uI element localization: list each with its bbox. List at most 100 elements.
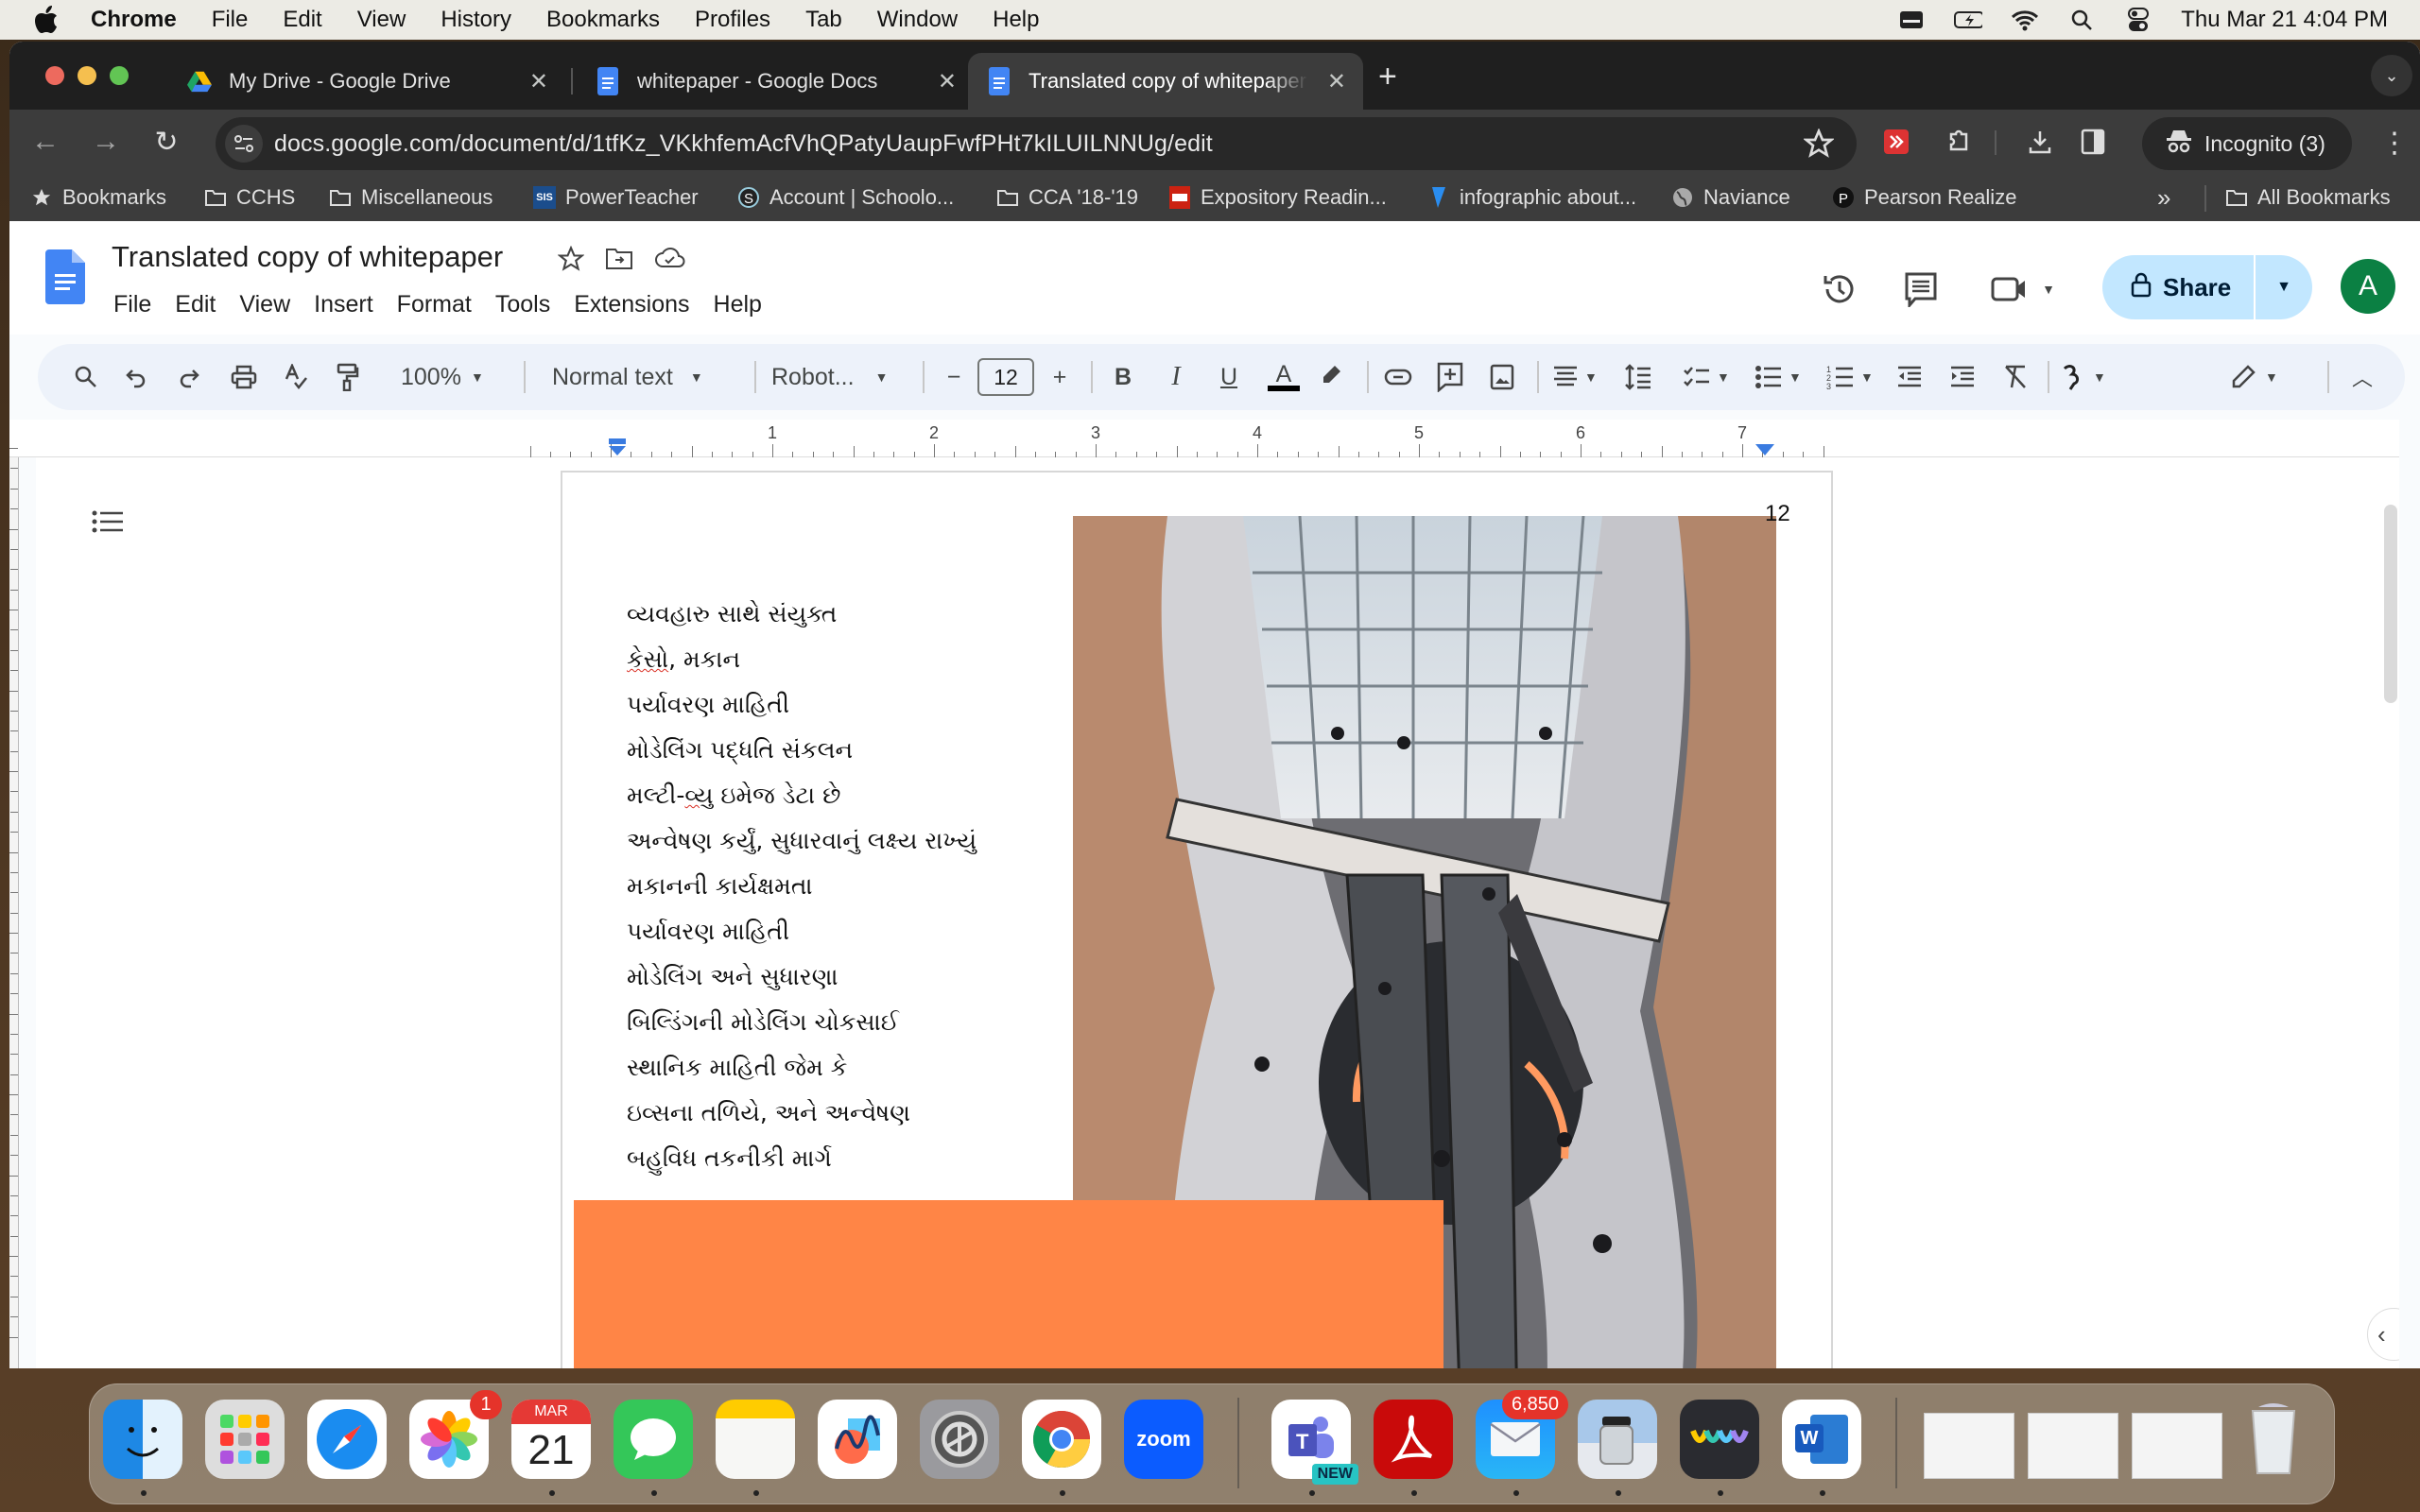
dock-finder-icon[interactable]: [103, 1400, 182, 1479]
align-menu[interactable]: ▼: [1552, 357, 1598, 397]
dock-trash-icon[interactable]: [2234, 1400, 2313, 1479]
zoom-select[interactable]: 100% ▼: [401, 357, 484, 397]
editing-mode-menu[interactable]: ▼: [2231, 357, 2278, 397]
menu-bar-clock[interactable]: Thu Mar 21 4:04 PM: [2181, 7, 2388, 33]
spellcheck-icon[interactable]: [284, 357, 308, 397]
decrease-indent-icon[interactable]: [1896, 357, 1923, 397]
undo-icon[interactable]: [125, 357, 147, 397]
extensions-puzzle-icon[interactable]: [1942, 125, 1976, 159]
text-line[interactable]: મકાનની કાર્યક્ષમતા: [627, 864, 977, 909]
dock-calendar-icon[interactable]: MAR 21: [511, 1400, 591, 1479]
menu-history[interactable]: History: [441, 7, 511, 33]
dock-acrobat-icon[interactable]: [1374, 1400, 1453, 1479]
text-line[interactable]: સ્થાનિક માહિતી જેમ કે: [627, 1045, 977, 1091]
forward-button[interactable]: →: [89, 125, 123, 159]
text-line[interactable]: કેસો, મકાન: [627, 637, 977, 682]
input-tools-menu[interactable]: ▼: [2061, 357, 2106, 397]
spelling-error[interactable]: કેસો: [627, 645, 668, 673]
document-canvas[interactable]: 12 વ્યવહારુ સાથે સંયુક્ત કેસો, મકાન પર્ય…: [36, 457, 2399, 1368]
tab-google-drive[interactable]: My Drive - Google Drive ✕: [168, 53, 565, 110]
docs-menu-edit[interactable]: Edit: [175, 291, 216, 318]
docs-menu-tools[interactable]: Tools: [495, 291, 550, 318]
orange-shape[interactable]: [574, 1200, 1443, 1368]
checklist-menu[interactable]: ▼: [1683, 357, 1730, 397]
docs-menu-help[interactable]: Help: [714, 291, 762, 318]
close-window-button[interactable]: [45, 66, 64, 85]
reload-button[interactable]: ↻: [149, 125, 183, 159]
docs-logo-icon[interactable]: [45, 249, 85, 304]
underline-button[interactable]: U: [1212, 357, 1246, 397]
dock-word-icon[interactable]: W: [1782, 1400, 1861, 1479]
font-family-select[interactable]: Robot... ▼: [771, 357, 888, 397]
tab-translated-copy[interactable]: Translated copy of whitepaper ✕: [968, 53, 1363, 110]
italic-button[interactable]: I: [1159, 357, 1193, 397]
menu-file[interactable]: File: [212, 7, 249, 33]
minimize-window-button[interactable]: [78, 66, 96, 85]
line-spacing-icon[interactable]: [1624, 357, 1652, 397]
bulleted-list-menu[interactable]: ▼: [1754, 357, 1802, 397]
insert-link-icon[interactable]: [1384, 357, 1412, 397]
text-line[interactable]: પર્યાવરણ માહિતી: [627, 909, 977, 954]
print-icon[interactable]: [231, 357, 257, 397]
dock-photos-icon[interactable]: 1: [409, 1390, 502, 1479]
font-size-value[interactable]: 12: [977, 358, 1034, 396]
dock-preview-icon[interactable]: [1578, 1400, 1657, 1479]
downloads-icon[interactable]: [2023, 125, 2057, 159]
text-line[interactable]: વ્યવહારુ સાથે સંયુક્ત: [627, 592, 977, 637]
all-bookmarks-button[interactable]: All Bookmarks: [2225, 183, 2391, 212]
chrome-menu-icon[interactable]: ⋮: [2380, 127, 2409, 160]
address-bar[interactable]: docs.google.com/document/d/1tfKz_VKkhfem…: [216, 117, 1857, 170]
move-folder-icon[interactable]: [605, 246, 633, 277]
decrease-font-size-button[interactable]: −: [940, 357, 968, 397]
font-size-input[interactable]: 12: [977, 357, 1034, 397]
text-line[interactable]: મોડેલિંગ અને સુધારણા: [627, 954, 977, 1000]
docs-menu-extensions[interactable]: Extensions: [574, 291, 689, 318]
bookmark-pearson-realize[interactable]: P Pearson Realize: [1832, 183, 2016, 212]
share-button[interactable]: Share ▼: [2102, 255, 2312, 319]
dock-notes-icon[interactable]: [716, 1400, 795, 1479]
add-comment-icon[interactable]: [1437, 357, 1463, 397]
dock-messages-icon[interactable]: [614, 1400, 693, 1479]
tab-whitepaper[interactable]: whitepaper - Google Docs ✕: [577, 53, 974, 110]
document-body-text[interactable]: વ્યવહારુ સાથે સંયુક્ત કેસો, મકાન પર્યાવર…: [627, 592, 977, 1181]
wifi-icon[interactable]: [2011, 8, 2039, 32]
bookmark-powerteacher[interactable]: SIS PowerTeacher: [533, 183, 699, 212]
bold-button[interactable]: B: [1106, 357, 1140, 397]
text-line[interactable]: મોડેલિંગ પદ્ધતિ સંકલન: [627, 728, 977, 773]
bookmark-cchs[interactable]: CCHS: [204, 183, 295, 212]
bookmark-star-icon[interactable]: [1802, 128, 1836, 163]
numbered-list-menu[interactable]: 1 2 3 ▼: [1826, 357, 1874, 397]
bookmark-miscellaneous[interactable]: Miscellaneous: [329, 183, 493, 212]
battery-charging-icon[interactable]: [1954, 8, 1983, 32]
close-tab-icon[interactable]: ✕: [529, 68, 548, 95]
text-color-button[interactable]: A: [1265, 357, 1303, 397]
text-line[interactable]: બિલ્ડિંગની મોડેલિંગ ચોકસાઈ: [627, 1000, 977, 1045]
vertical-scrollbar[interactable]: [2384, 505, 2397, 703]
star-document-icon[interactable]: [557, 245, 585, 277]
text-line[interactable]: મલ્ટી-વ્યુ ઇમેજ ડેટા છે: [627, 773, 977, 818]
text-line[interactable]: પર્યાવરણ માહિતી: [627, 682, 977, 728]
meet-button[interactable]: ▼: [1985, 268, 2061, 310]
document-page[interactable]: 12 વ્યવહારુ સાથે સંયુક્ત કેસો, મકાન પર્ય…: [561, 471, 1833, 1368]
text-line[interactable]: બહુવિધ તકનીકી માર્ગ: [627, 1136, 977, 1181]
bookmark-expository-reading[interactable]: Expository Readin...: [1168, 183, 1387, 212]
document-outline-icon[interactable]: [87, 501, 129, 542]
insert-image-icon[interactable]: [1490, 357, 1514, 397]
docs-menu-insert[interactable]: Insert: [314, 291, 373, 318]
dock-zoom-icon[interactable]: zoom: [1124, 1400, 1203, 1479]
highlight-color-icon[interactable]: [1318, 357, 1342, 397]
menu-help[interactable]: Help: [993, 7, 1039, 33]
spelling-error[interactable]: વ્યુ: [684, 782, 713, 809]
increase-indent-icon[interactable]: [1949, 357, 1976, 397]
side-panel-toggle-chevron-left-icon[interactable]: ‹: [2367, 1308, 2399, 1361]
bookmark-naviance[interactable]: Naviance: [1671, 183, 1790, 212]
bookmark-schoology[interactable]: S Account | Schoolo...: [737, 183, 954, 212]
hide-menus-chevron-up-icon[interactable]: ︿: [2352, 357, 2373, 397]
back-button[interactable]: ←: [28, 125, 62, 159]
dock-chrome-icon[interactable]: [1022, 1400, 1101, 1479]
spotlight-search-icon[interactable]: [2067, 8, 2096, 32]
side-panel-icon[interactable]: [2076, 125, 2110, 159]
minimized-window-teams[interactable]: [1924, 1413, 2014, 1479]
comments-icon[interactable]: [1900, 268, 1942, 310]
tab-search-button[interactable]: ⌄: [2371, 55, 2412, 96]
